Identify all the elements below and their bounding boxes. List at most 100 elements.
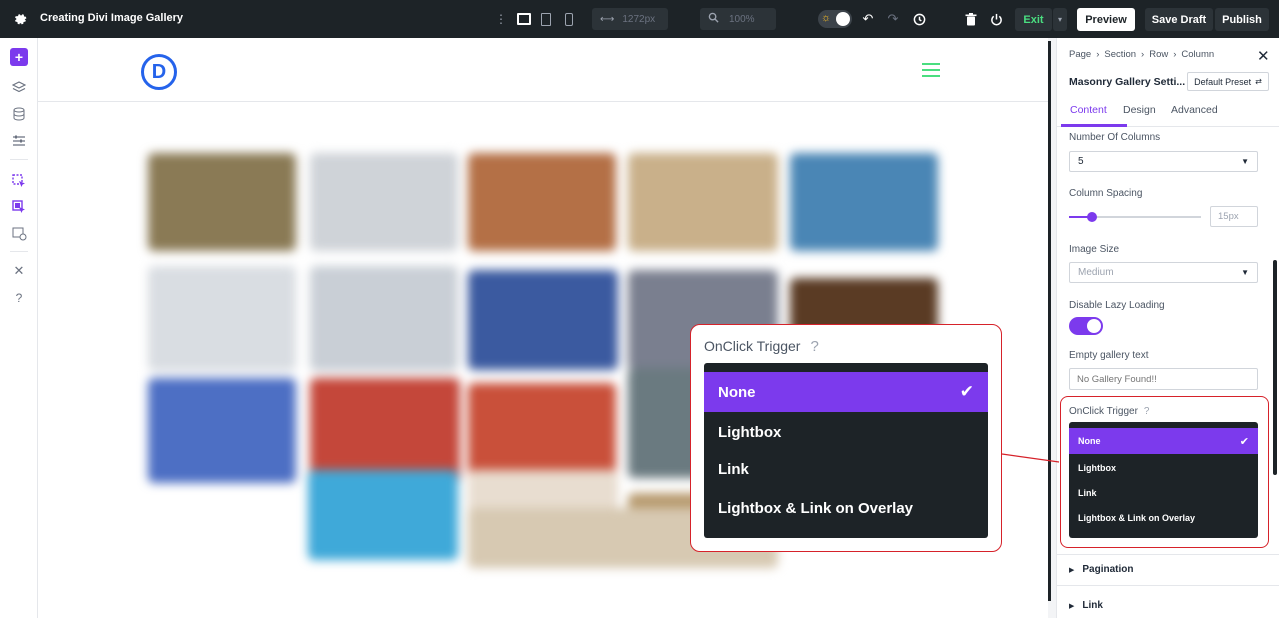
gallery-image — [468, 153, 616, 251]
columns-label: Number Of Columns — [1069, 132, 1161, 143]
zoom-search-icon — [708, 12, 719, 26]
active-tab-indicator — [1061, 124, 1127, 127]
lazy-loading-label: Disable Lazy Loading — [1069, 300, 1165, 311]
width-arrows-icon: ⟷ — [600, 13, 615, 25]
sidebar-divider — [10, 159, 28, 160]
page-title: Creating Divi Image Gallery — [40, 12, 184, 24]
gallery-image — [310, 266, 458, 371]
publish-button[interactable]: Publish — [1215, 8, 1269, 31]
exit-dropdown-icon[interactable]: ▾ — [1053, 8, 1067, 31]
multi-select-icon[interactable] — [10, 198, 28, 216]
option-link[interactable]: Link — [1069, 481, 1258, 505]
panel-scrollbar[interactable] — [1273, 260, 1277, 475]
toggle-knob — [836, 12, 850, 26]
gallery-image — [148, 266, 296, 371]
option-lightbox-link-overlay[interactable]: Lightbox & Link on Overlay — [1069, 506, 1258, 530]
zoomed-callout: OnClick Trigger ? None ✔ Lightbox Link L… — [690, 324, 1002, 552]
divi-logo[interactable]: D — [141, 54, 177, 90]
hamburger-menu-icon[interactable] — [922, 63, 940, 77]
tools-icon[interactable]: ✕ — [10, 262, 28, 280]
option-lightbox[interactable]: Lightbox — [1069, 456, 1258, 480]
exit-button[interactable]: Exit — [1015, 8, 1052, 31]
link-accordion[interactable]: ▶ Link — [1069, 600, 1103, 611]
breadcrumb-column[interactable]: Column — [1181, 49, 1214, 60]
gallery-image — [310, 378, 460, 483]
gallery-image — [148, 153, 296, 251]
columns-value: 5 — [1078, 156, 1084, 167]
gallery-image — [468, 270, 618, 370]
help-icon[interactable]: ? — [1144, 406, 1150, 417]
database-icon[interactable] — [10, 105, 28, 123]
breadcrumb-separator: › — [1141, 49, 1145, 60]
option-label: None — [1078, 436, 1101, 446]
gallery-image — [308, 470, 458, 560]
canvas-width-field[interactable]: ⟷ 1272px — [592, 8, 668, 30]
breadcrumb-section[interactable]: Section — [1104, 49, 1136, 60]
help-icon[interactable]: ? — [810, 338, 818, 355]
preset-selector[interactable]: Default Preset ⇄ — [1187, 72, 1269, 91]
spacing-slider-handle[interactable] — [1087, 212, 1097, 222]
phone-view-icon[interactable] — [563, 11, 575, 27]
light-dark-toggle[interactable]: ☼ — [818, 10, 852, 28]
more-vertical-icon[interactable]: ⋮ — [495, 12, 507, 26]
lazy-loading-toggle[interactable] — [1069, 317, 1103, 335]
module-settings-title: Masonry Gallery Setti... — [1069, 76, 1186, 88]
spacing-label: Column Spacing — [1069, 188, 1143, 199]
option-link[interactable]: Link — [704, 451, 988, 487]
zoom-field[interactable]: 100% — [700, 8, 776, 30]
site-header: D — [38, 38, 1048, 102]
add-module-icon[interactable]: + — [10, 48, 28, 66]
trash-icon[interactable] — [963, 11, 979, 27]
preset-swap-icon: ⇄ — [1255, 77, 1262, 86]
undo-icon[interactable]: ↶ — [860, 11, 876, 27]
onclick-label: OnClick Trigger — [1069, 406, 1138, 417]
option-lightbox[interactable]: Lightbox — [704, 414, 988, 450]
canvas-scrollbar[interactable] — [1048, 38, 1056, 618]
tab-advanced[interactable]: Advanced — [1171, 104, 1218, 116]
power-icon[interactable] — [988, 11, 1004, 27]
width-value: 1272px — [622, 13, 656, 25]
breadcrumb-separator: › — [1173, 49, 1177, 60]
option-lightbox-link-overlay[interactable]: Lightbox & Link on Overlay — [704, 489, 988, 527]
option-none[interactable]: None ✔ — [704, 372, 988, 412]
gallery-image — [628, 153, 778, 251]
breadcrumb-page[interactable]: Page — [1069, 49, 1091, 60]
history-icon[interactable] — [911, 11, 927, 27]
sliders-icon[interactable] — [10, 132, 28, 150]
close-panel-icon[interactable]: ✕ — [1257, 47, 1270, 65]
empty-gallery-text-input[interactable] — [1069, 368, 1258, 390]
image-size-select[interactable]: Medium ▼ — [1069, 262, 1258, 283]
breadcrumb-row[interactable]: Row — [1149, 49, 1168, 60]
tab-content[interactable]: Content — [1070, 104, 1107, 116]
save-draft-button[interactable]: Save Draft — [1145, 8, 1213, 31]
caret-right-icon: ▶ — [1069, 602, 1075, 610]
option-none[interactable]: None ✔ — [1069, 428, 1258, 454]
tab-design[interactable]: Design — [1123, 104, 1156, 116]
left-sidebar: + ✕ ? — [0, 38, 38, 618]
chevron-down-icon: ▼ — [1241, 157, 1249, 166]
onclick-label-row: OnClick Trigger ? — [1069, 406, 1149, 417]
accordion-label: Link — [1082, 600, 1103, 611]
help-icon[interactable]: ? — [10, 289, 28, 307]
desktop-view-icon[interactable] — [515, 11, 532, 27]
accordion-label: Pagination — [1082, 564, 1134, 575]
redo-icon[interactable]: ↷ — [885, 11, 901, 27]
gallery-image — [790, 153, 938, 251]
pagination-accordion[interactable]: ▶ Pagination — [1069, 564, 1134, 575]
zoom-value: 100% — [729, 13, 755, 25]
columns-select[interactable]: 5 ▼ — [1069, 151, 1258, 172]
layers-icon[interactable] — [10, 79, 28, 97]
gallery-image — [310, 153, 458, 251]
settings-gear-icon[interactable] — [12, 11, 28, 27]
sidebar-divider — [10, 251, 28, 252]
preview-button[interactable]: Preview — [1077, 8, 1135, 31]
image-size-value: Medium — [1078, 267, 1114, 278]
cursor-select-icon[interactable] — [10, 172, 28, 190]
page-settings-icon[interactable] — [10, 225, 28, 243]
checkmark-icon: ✔ — [1239, 435, 1249, 448]
spacing-value-input[interactable]: 15px — [1210, 206, 1258, 227]
tablet-view-icon[interactable] — [540, 11, 552, 27]
caret-right-icon: ▶ — [1069, 566, 1075, 574]
preset-label: Default Preset — [1194, 76, 1252, 87]
callout-label-row: OnClick Trigger ? — [704, 338, 819, 355]
